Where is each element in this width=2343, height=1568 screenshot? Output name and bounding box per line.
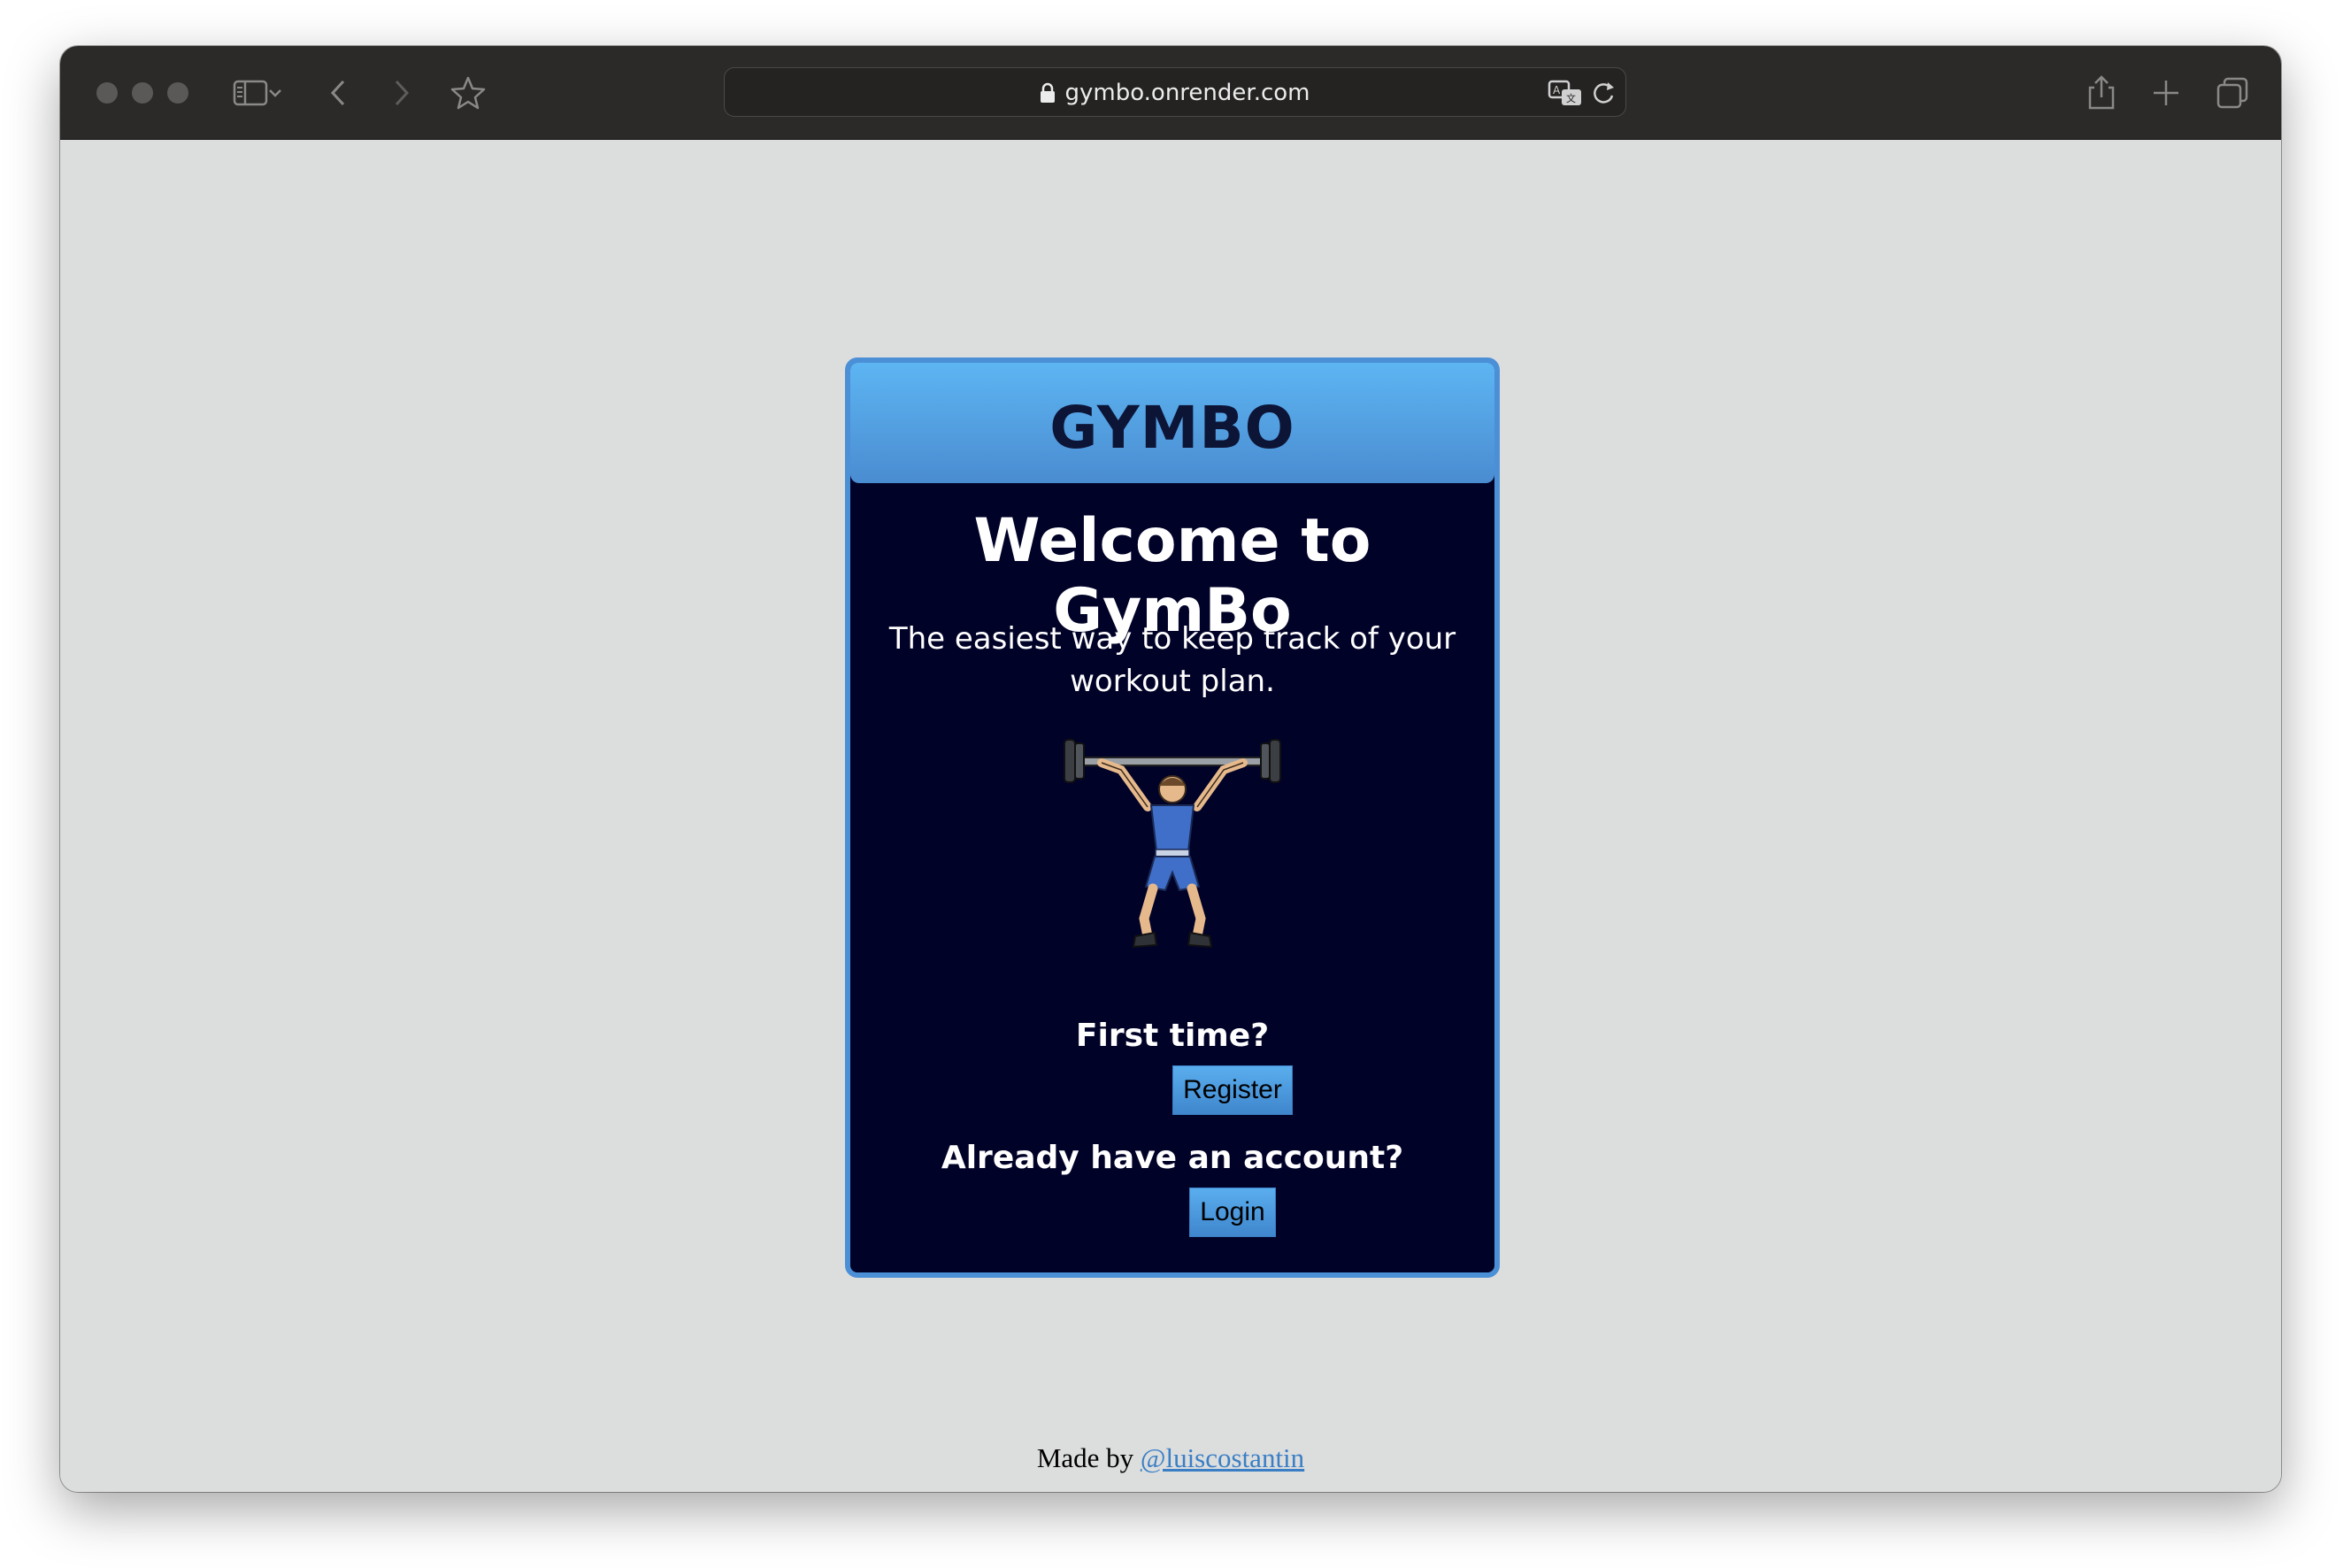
zoom-window-button[interactable]: [167, 82, 188, 104]
brand-title: GYMBO: [1049, 393, 1295, 462]
svg-text:A: A: [1553, 84, 1561, 96]
register-button[interactable]: Register: [1172, 1065, 1293, 1115]
share-icon[interactable]: [2079, 71, 2124, 115]
tab-overview-icon[interactable]: [2210, 71, 2255, 115]
back-arrow-icon[interactable]: [317, 71, 361, 115]
welcome-card: GYMBO Welcome to GymBo The easiest way t…: [845, 357, 1500, 1278]
minimize-window-button[interactable]: [132, 82, 153, 104]
address-bar[interactable]: gymbo.onrender.com A文: [724, 67, 1626, 117]
chevron-down-icon[interactable]: [262, 71, 288, 115]
close-window-button[interactable]: [96, 82, 118, 104]
weightlifter-illustration: [1059, 731, 1286, 952]
author-link[interactable]: @luiscostantin: [1141, 1442, 1304, 1473]
lock-icon: [1040, 82, 1056, 104]
browser-window: gymbo.onrender.com A文 GYMBO Welcome to G…: [60, 46, 2281, 1492]
page-content: GYMBO Welcome to GymBo The easiest way t…: [60, 140, 2281, 1492]
tagline-text: The easiest way to keep track of your wo…: [888, 621, 1456, 699]
footer-prefix: Made by: [1036, 1442, 1134, 1473]
star-icon[interactable]: [446, 71, 490, 115]
login-button[interactable]: Login: [1189, 1188, 1276, 1237]
svg-text:文: 文: [1566, 92, 1576, 104]
card-header: GYMBO: [850, 363, 1494, 483]
first-time-heading: First time?: [1075, 1018, 1270, 1054]
reload-icon[interactable]: [1590, 79, 1617, 111]
translate-icon[interactable]: A文: [1548, 79, 1583, 111]
page-footer: Made by @luiscostantin: [60, 1442, 2281, 1474]
plus-icon[interactable]: [2144, 71, 2188, 115]
forward-arrow-icon[interactable]: [379, 71, 423, 115]
have-account-heading: Already have an account?: [941, 1140, 1404, 1176]
browser-toolbar: gymbo.onrender.com A文: [60, 46, 2281, 140]
url-text: gymbo.onrender.com: [1064, 80, 1310, 106]
